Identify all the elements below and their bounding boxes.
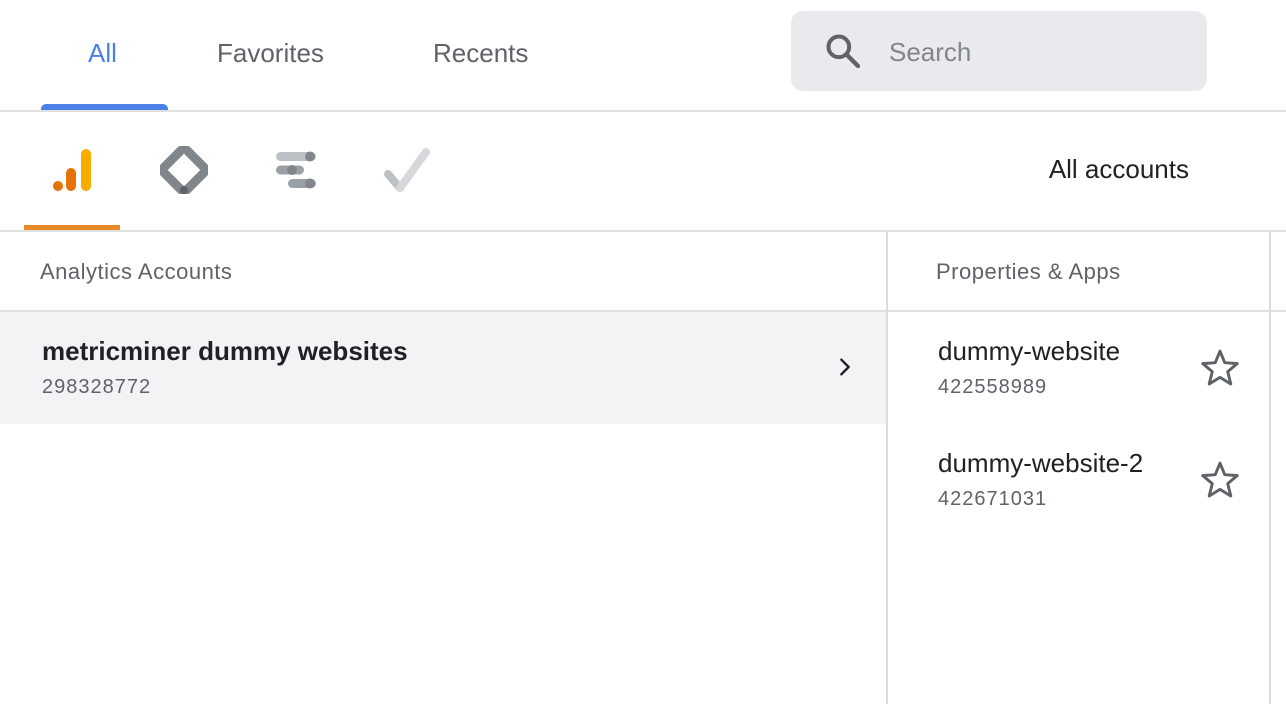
accounts-column-header: Analytics Accounts xyxy=(40,259,233,284)
account-id: 298328772 xyxy=(42,376,152,398)
chevron-right-icon xyxy=(840,358,850,376)
property-item[interactable]: dummy-website 422558989 xyxy=(888,312,1269,424)
data-studio-icon[interactable] xyxy=(272,146,320,194)
search-icon xyxy=(826,34,861,69)
all-accounts-filter[interactable]: All accounts xyxy=(1049,154,1189,185)
property-id: 422558989 xyxy=(938,376,1048,398)
tag-manager-icon[interactable] xyxy=(160,146,208,194)
tab-all[interactable]: All xyxy=(88,38,117,69)
column-divider xyxy=(1269,232,1271,704)
tab-favorites[interactable]: Favorites xyxy=(217,38,324,69)
search-box[interactable] xyxy=(791,11,1207,91)
star-icon[interactable] xyxy=(1198,458,1242,502)
property-name: dummy-website-2 xyxy=(938,448,1144,478)
property-id: 422671031 xyxy=(938,488,1048,510)
property-item[interactable]: dummy-website-2 422671031 xyxy=(888,424,1269,536)
star-icon[interactable] xyxy=(1198,346,1242,390)
top-tabs: All Favorites Recents xyxy=(0,0,1286,110)
product-switcher: All accounts xyxy=(0,112,1286,230)
tab-recents[interactable]: Recents xyxy=(433,38,528,69)
property-name: dummy-website xyxy=(938,336,1121,366)
search-input[interactable] xyxy=(887,31,1191,73)
account-row[interactable]: metricminer dummy websites 298328772 xyxy=(0,312,886,424)
optimize-icon[interactable] xyxy=(384,146,432,194)
product-divider xyxy=(0,230,1286,232)
account-name: metricminer dummy websites xyxy=(42,336,408,366)
properties-column-header: Properties & Apps xyxy=(936,259,1121,284)
analytics-icon[interactable] xyxy=(48,146,96,194)
